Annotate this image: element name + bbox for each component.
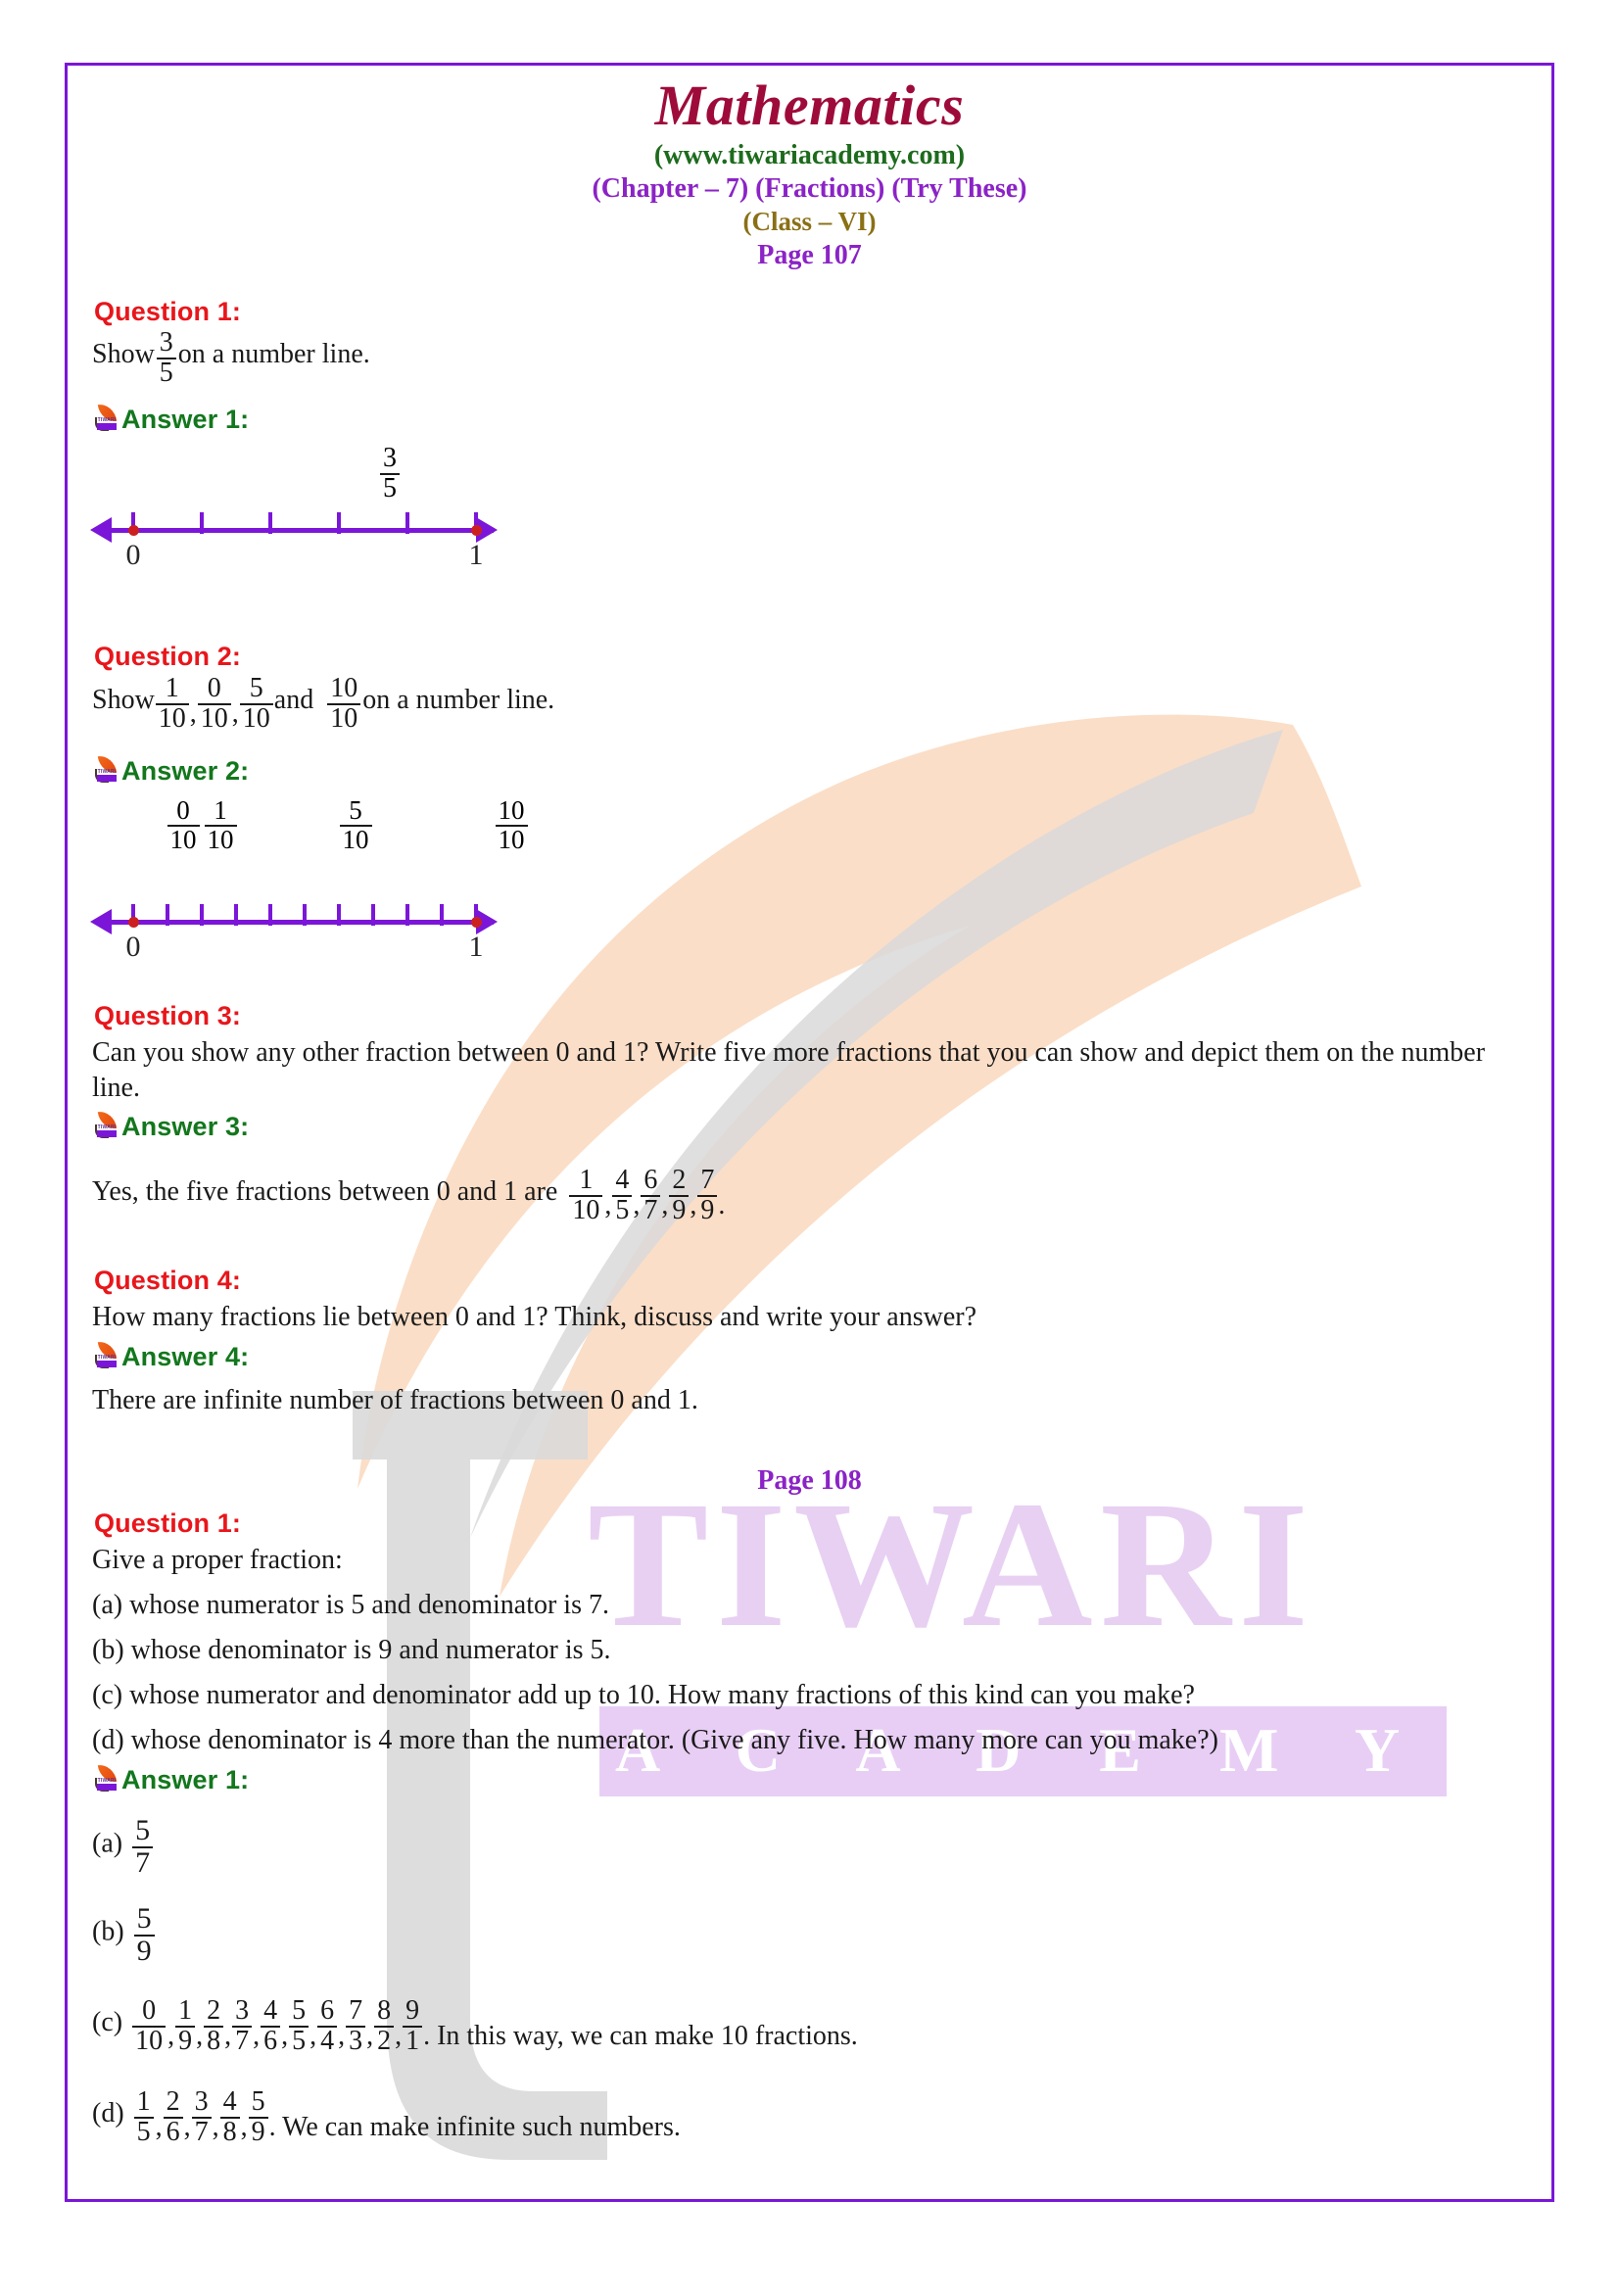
page-title: Mathematics: [654, 73, 965, 137]
leaf-icon: TIWARI: [91, 1762, 120, 1794]
question-1-text-p107: Show 3 5 on a number line.: [92, 327, 370, 388]
number-line-2-label-1-10: 1 10: [186, 796, 255, 854]
fraction-5-10-marker: 5 10: [339, 796, 372, 853]
question-4-label-p107: Question 4:: [94, 1266, 241, 1295]
number-line-2-tick: [234, 904, 238, 926]
number-line-2-tick: [200, 904, 204, 926]
fraction-0-10-c: 0 10: [132, 1996, 167, 2055]
site-url: (www.tiwariacademy.com): [653, 139, 966, 170]
list-item: (c) whose numerator and denominator add …: [92, 1680, 1195, 1710]
answer-1-label-p108: TIWARI Answer 1:: [91, 1762, 249, 1795]
answer-d-p108: (d) 1 5, 2 6, 3 7, 4 8, 5 9. We can make infinite …: [92, 2086, 681, 2147]
question-2-text-p107: Show 1 10, 0 10, 5 10 and 10 10 on a number line.: [92, 673, 555, 734]
number-line-1-tick: [268, 512, 272, 534]
number-line-2-label-10-10: 10 10: [472, 796, 550, 854]
fraction-1-10-marker: 1 10: [204, 796, 237, 853]
fraction-5-9-d: 59: [248, 2087, 268, 2146]
fraction-5-9: 59: [133, 1903, 155, 1966]
answer-2-label-p107: TIWARI Answer 2:: [91, 753, 249, 787]
chapter-subtitle: (Chapter – 7) (Fractions) (Try These): [592, 173, 1027, 205]
number-line-2-dot-zero: [128, 917, 139, 928]
fraction-8-2-c: 82: [374, 1996, 395, 2055]
number-line-2-tick: [303, 904, 307, 926]
leaf-icon: TIWARI: [91, 1109, 120, 1140]
question-2-label-p107: Question 2:: [94, 642, 241, 671]
fraction-1-9-c: 19: [175, 1996, 196, 2055]
fraction-3-5-marker: 35: [380, 444, 400, 502]
document-header: Mathematics (www.tiwariacademy.com) (Cha…: [65, 73, 1554, 272]
fraction-0-10: 0 10: [197, 674, 231, 733]
fraction-6-4-c: 64: [317, 1996, 338, 2055]
answer-b-p108: (b) 5 9: [92, 1903, 157, 1967]
number-line-1-end-label: 1: [468, 539, 484, 571]
answer-4-text-p107: There are infinite number of fractions b…: [92, 1385, 698, 1415]
fraction-4-8-d: 48: [219, 2087, 240, 2146]
number-line-1-arrow-left: [90, 517, 112, 543]
number-line-1: 35 0 1: [88, 444, 725, 593]
fraction-1-10-ans3: 1 10: [569, 1166, 603, 1224]
fraction-7-3-c: 73: [346, 1996, 366, 2055]
fraction-4-6-c: 46: [261, 1996, 281, 2055]
list-item: (b) whose denominator is 9 and numerator…: [92, 1635, 611, 1665]
number-line-1-label: 35: [351, 444, 429, 503]
number-line-2-tick: [166, 904, 169, 926]
page-marker-108: Page 108: [757, 1465, 862, 1496]
number-line-1-start-label: 0: [125, 539, 141, 571]
answer-a-p108: (a) 5 7: [92, 1815, 155, 1879]
number-line-2-tick: [337, 904, 341, 926]
fraction-4-5-ans3: 45: [612, 1166, 633, 1224]
number-line-1-dot-zero: [128, 525, 139, 536]
number-line-2: 0 10 1 10 5 10 10 10 0 1: [88, 796, 735, 963]
answer-1-label-p107: TIWARI Answer 1:: [91, 402, 249, 435]
number-line-1-tick: [405, 512, 409, 534]
fraction-1-5-d: 15: [133, 2087, 154, 2146]
number-line-2-dot-one: [471, 917, 482, 928]
number-line-1-dot-one: [471, 525, 482, 536]
number-line-2-arrow-left: [90, 909, 112, 934]
answer-3-text-p107: Yes, the five fractions between 0 and 1 …: [92, 1165, 726, 1225]
number-line-1-tick: [337, 512, 341, 534]
number-line-2-tick: [440, 904, 444, 926]
number-line-2-end-label: 1: [468, 931, 484, 963]
answer-c-p108: (c) 0 10, 1 9, 2 8, 3 7, 4 6, 5 5, 6 4, 7 3, 8 2, 9 1. In th…: [92, 1995, 858, 2056]
fraction-2-8-c: 28: [204, 1996, 224, 2055]
question-3-text-p107: Can you show any other fraction between …: [92, 1037, 1486, 1104]
answer-3-label-p107: TIWARI Answer 3:: [91, 1109, 249, 1142]
number-line-2-tick: [405, 904, 409, 926]
leaf-icon: TIWARI: [91, 753, 120, 785]
answer-4-label-p107: TIWARI Answer 4:: [91, 1339, 249, 1372]
list-item: (d) whose denominator is 4 more than the…: [92, 1725, 1218, 1755]
list-item: (a) whose numerator is 5 and denominator…: [92, 1590, 609, 1620]
number-line-2-label-5-10: 5 10: [321, 796, 390, 854]
fraction-3-7-c: 37: [232, 1996, 253, 2055]
fraction-1-10: 1 10: [155, 674, 189, 733]
fraction-3-7-d: 37: [191, 2087, 212, 2146]
fraction-5-10: 5 10: [239, 674, 273, 733]
question-1-label-p108: Question 1:: [94, 1508, 241, 1538]
leaf-icon: TIWARI: [91, 1339, 120, 1370]
number-line-2-tick: [371, 904, 375, 926]
number-line-2-start-label: 0: [125, 931, 141, 963]
number-line-2-tick: [268, 904, 272, 926]
number-line-1-tick: [200, 512, 204, 534]
number-line-1-axis: [110, 528, 494, 533]
question-1-intro-p108: Give a proper fraction:: [92, 1545, 343, 1575]
fraction-6-7-ans3: 67: [641, 1166, 661, 1224]
fraction-5-5-c: 55: [289, 1996, 310, 2055]
page-marker-107: Page 107: [757, 240, 862, 271]
class-subtitle: (Class – VI): [742, 207, 877, 237]
fraction-10-10-marker: 10 10: [495, 796, 528, 853]
question-4-text-p107: How many fractions lie between 0 and 1? …: [92, 1302, 977, 1332]
question-1-label-p107: Question 1:: [94, 297, 241, 326]
question-3-label-p107: Question 3:: [94, 1001, 241, 1030]
fraction-2-6-d: 26: [163, 2087, 183, 2146]
fraction-3-5: 35: [156, 328, 176, 387]
fraction-2-9-ans3: 29: [669, 1166, 690, 1224]
fraction-9-1-c: 91: [403, 1996, 423, 2055]
leaf-icon: TIWARI: [91, 402, 120, 433]
fraction-5-7: 57: [132, 1815, 154, 1878]
fraction-7-9-ans3: 79: [697, 1166, 718, 1224]
fraction-10-10: 10 10: [327, 674, 361, 733]
